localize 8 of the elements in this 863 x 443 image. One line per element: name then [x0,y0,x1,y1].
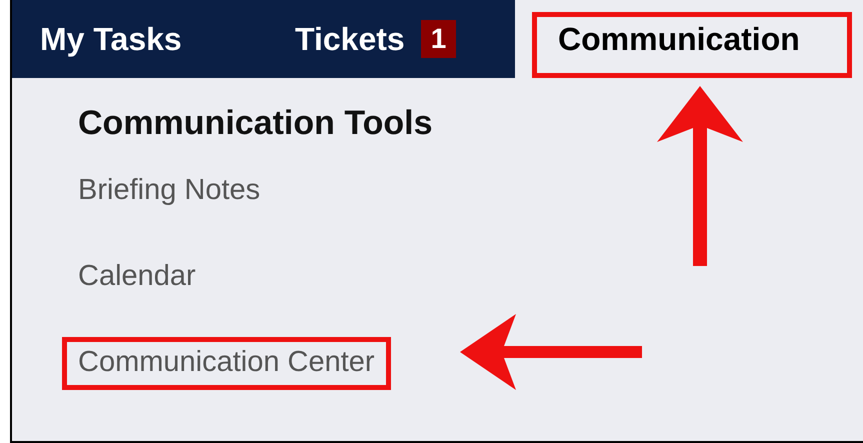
menu-link[interactable]: Communication Center [62,337,391,390]
menu-link[interactable]: Calendar [62,251,212,304]
nav-tab[interactable]: My Tasks [12,0,267,78]
count-badge: 1 [420,20,456,58]
menu-link[interactable]: Briefing Notes [62,165,276,218]
nav-tab[interactable]: Communication [515,0,863,78]
menu-heading: Communication Tools [78,104,432,143]
nav-tab[interactable]: Tickets 1 [267,0,515,78]
